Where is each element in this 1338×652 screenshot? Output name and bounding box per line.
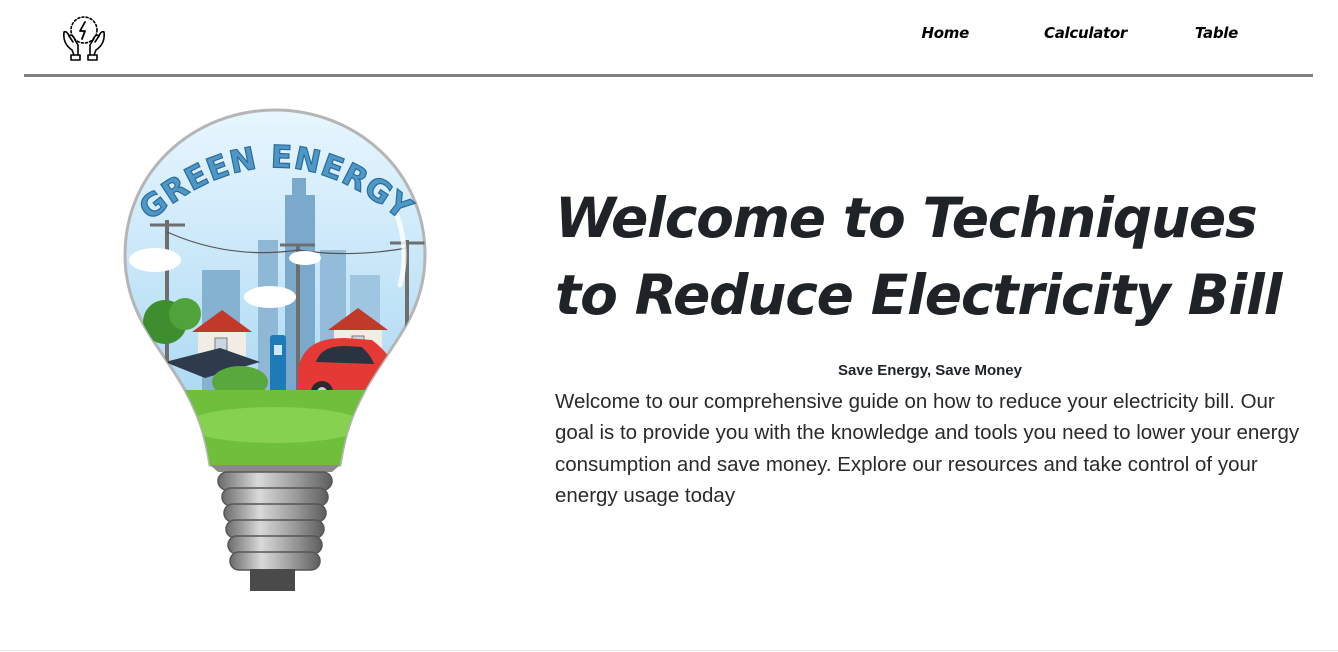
hero-tagline: Save Energy, Save Money (838, 362, 1022, 379)
hero-title: Welcome to Techniques to Reduce Electric… (555, 186, 1283, 327)
nav-table[interactable]: Table (1195, 24, 1238, 42)
nav-calculator[interactable]: Calculator (1044, 24, 1127, 42)
page: Home Calculator Table GREEN ENERGY Welco… (0, 0, 1338, 652)
site-header: Home Calculator Table (24, 0, 1313, 77)
green-energy-bulb-illustration: GREEN ENERGY (110, 100, 440, 600)
section-divider (0, 650, 1338, 651)
hero-intro-text: Welcome to our comprehensive guide on ho… (555, 390, 1300, 507)
hands-energy-icon[interactable] (58, 12, 110, 64)
nav-home[interactable]: Home (922, 24, 970, 42)
